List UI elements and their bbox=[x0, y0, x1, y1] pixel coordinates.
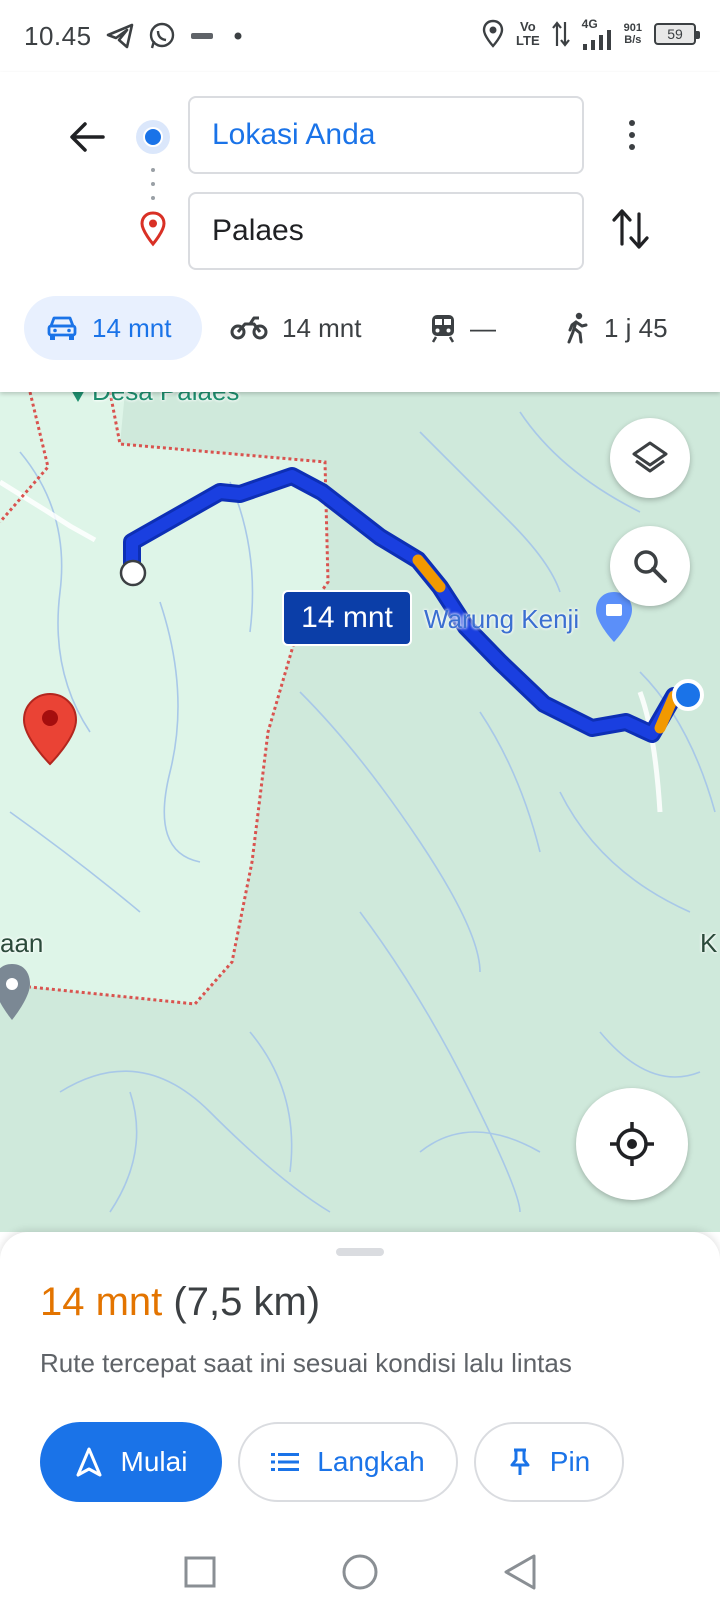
net-speed-unit: B/s bbox=[624, 34, 642, 46]
route-end-point bbox=[119, 559, 147, 587]
recents-button[interactable] bbox=[170, 1542, 230, 1602]
search-along-route-button[interactable] bbox=[610, 526, 690, 606]
signal-icon bbox=[582, 30, 611, 50]
status-time: 10.45 bbox=[24, 20, 92, 51]
battery-level: 59 bbox=[667, 26, 683, 42]
map-view[interactable]: Desa Palaes Warung Kenji aan K 14 mnt bbox=[0, 392, 720, 1232]
route-distance: (7,5 km) bbox=[173, 1280, 321, 1324]
back-nav-button[interactable] bbox=[490, 1542, 550, 1602]
navigation-arrow-icon bbox=[76, 1447, 102, 1477]
my-location-button[interactable] bbox=[576, 1088, 688, 1200]
mode-car-label: 14 mnt bbox=[92, 312, 172, 343]
mode-walk-label: 1 j 45 bbox=[604, 312, 668, 343]
whatsapp-icon bbox=[149, 22, 174, 49]
list-icon bbox=[271, 1453, 300, 1471]
travel-mode-tabs: 14 mnt 14 mnt — 1 j 45 bbox=[24, 296, 704, 360]
mode-tab-walk[interactable]: 1 j 45 bbox=[564, 296, 668, 360]
current-location-dot bbox=[672, 679, 704, 711]
back-button[interactable] bbox=[62, 112, 112, 162]
layers-button[interactable] bbox=[610, 418, 690, 498]
map-edge-label-left: aan bbox=[0, 928, 44, 958]
pin-button[interactable]: Pin bbox=[474, 1422, 624, 1502]
train-icon bbox=[431, 315, 455, 343]
grey-poi-marker bbox=[0, 964, 30, 1020]
search-icon bbox=[634, 550, 667, 583]
more-options-button[interactable] bbox=[612, 110, 652, 160]
app-icon bbox=[190, 33, 213, 39]
destination-pin-icon bbox=[140, 211, 166, 247]
square-icon bbox=[184, 1556, 216, 1588]
steps-label: Langkah bbox=[317, 1446, 425, 1477]
swap-icon[interactable] bbox=[606, 204, 656, 254]
mode-tab-transit[interactable]: — bbox=[430, 296, 496, 360]
dot-icon bbox=[234, 32, 242, 40]
volte-bottom: LTE bbox=[516, 33, 540, 48]
pin-label: Pin bbox=[549, 1446, 591, 1477]
arrow-back-icon bbox=[70, 122, 105, 152]
location-icon bbox=[482, 19, 504, 48]
mode-motorcycle-label: 14 mnt bbox=[282, 312, 362, 343]
notification-icons bbox=[106, 22, 248, 50]
volte-top: Vo bbox=[520, 19, 536, 34]
network-gen: 4G bbox=[581, 17, 598, 31]
net-speed-value: 901 bbox=[623, 22, 642, 34]
village-label[interactable]: Desa Palaes bbox=[92, 392, 239, 407]
origin-input[interactable]: Lokasi Anda bbox=[188, 96, 584, 174]
status-right: Vo LTE 4G 901 B/s 59 bbox=[482, 18, 700, 50]
triangle-back-icon bbox=[504, 1554, 536, 1590]
warung-kenji-label[interactable]: Warung Kenji bbox=[424, 604, 579, 635]
volte-indicator: Vo LTE bbox=[516, 20, 540, 48]
directions-header: Lokasi Anda Palaes 14 mnt 14 mnt — 1 j 4… bbox=[0, 72, 720, 392]
start-label: Mulai bbox=[120, 1446, 188, 1477]
map-edge-label-right: K bbox=[700, 928, 718, 958]
my-location-icon bbox=[610, 1122, 654, 1166]
route-description: Rute tercepat saat ini sesuai kondisi la… bbox=[40, 1348, 572, 1378]
net-speed: 901 B/s bbox=[624, 22, 642, 46]
route-duration: 14 mnt bbox=[40, 1280, 163, 1324]
system-navigation-bar bbox=[0, 1532, 720, 1612]
mode-transit-label: — bbox=[470, 312, 496, 343]
walk-icon bbox=[567, 312, 588, 344]
destination-input[interactable]: Palaes bbox=[188, 192, 584, 270]
origin-marker-icon bbox=[136, 120, 170, 154]
route-summary-sheet: 14 mnt (7,5 km) Rute tercepat saat ini s… bbox=[0, 1232, 720, 1532]
route-connector bbox=[150, 168, 156, 200]
battery-indicator: 59 bbox=[654, 23, 700, 45]
motorcycle-icon bbox=[230, 316, 268, 340]
route-summary: 14 mnt (7,5 km) bbox=[40, 1280, 320, 1325]
mode-tab-car[interactable]: 14 mnt bbox=[24, 296, 202, 360]
mode-tab-motorcycle[interactable]: 14 mnt bbox=[230, 296, 362, 360]
data-arrows-icon bbox=[551, 21, 570, 47]
start-navigation-button[interactable]: Mulai bbox=[40, 1422, 222, 1502]
pin-icon bbox=[510, 1448, 530, 1475]
steps-button[interactable]: Langkah bbox=[238, 1422, 458, 1502]
car-icon bbox=[47, 316, 77, 340]
home-button[interactable] bbox=[330, 1542, 390, 1602]
shopping-poi-marker bbox=[596, 592, 632, 642]
telegram-icon bbox=[106, 23, 133, 49]
signal-group: 4G bbox=[582, 18, 612, 50]
status-bar: 10.45 Vo LTE 4G 901 B/s 59 bbox=[0, 0, 720, 72]
route-time-callout[interactable]: 14 mnt bbox=[282, 590, 412, 646]
sheet-drag-handle[interactable] bbox=[336, 1248, 384, 1256]
circle-icon bbox=[342, 1554, 378, 1590]
layers-icon bbox=[632, 441, 668, 473]
